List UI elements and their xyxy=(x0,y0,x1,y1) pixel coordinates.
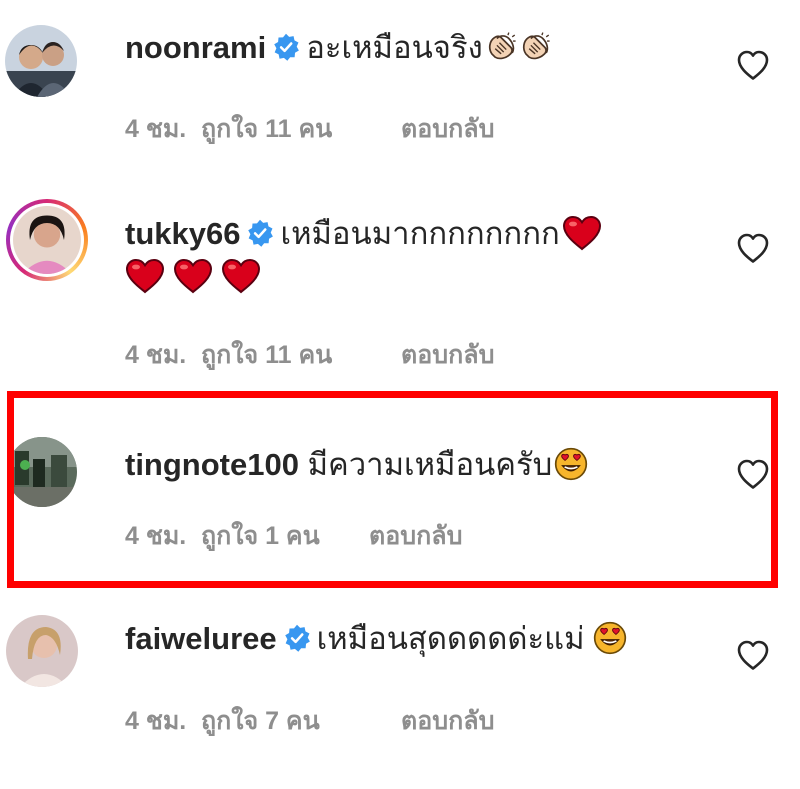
username[interactable]: tingnote100 xyxy=(125,447,299,482)
reply-button[interactable]: ตอบกลับ xyxy=(401,340,494,370)
avatar[interactable] xyxy=(13,206,81,274)
comment-line: tukky66 เหมือนมากกกกกกกก xyxy=(125,214,602,257)
avatar[interactable] xyxy=(5,25,77,97)
username[interactable]: tukky66 xyxy=(125,216,240,251)
clapping-hands-emoji xyxy=(485,30,519,64)
red-heart-emoji xyxy=(562,215,602,251)
verified-badge-icon xyxy=(283,624,311,652)
highlight-box xyxy=(7,391,778,588)
reply-button[interactable]: ตอบกลับ xyxy=(401,114,494,144)
verified-badge-icon xyxy=(246,219,274,247)
comment-text: มีความเหมือนครับ xyxy=(307,447,553,482)
username[interactable]: noonrami xyxy=(125,30,266,65)
red-heart-emoji xyxy=(125,258,165,294)
likes-count-link[interactable]: ถูกใจ 7 คน xyxy=(201,706,401,736)
comment-line: noonrami อะเหมือนจริง xyxy=(125,28,553,70)
red-heart-emoji xyxy=(221,258,261,294)
verified-badge-icon xyxy=(272,33,300,61)
heart-outline-icon[interactable] xyxy=(736,458,770,490)
likes-count-link[interactable]: ถูกใจ 11 คน xyxy=(201,114,401,144)
heart-outline-icon[interactable] xyxy=(736,49,770,81)
comment-time: 4 ชม. xyxy=(125,115,187,143)
comments-page: noonrami อะเหมือนจริง 4 ชม. ถูกใจ 11 คน ตอบ… xyxy=(0,0,800,789)
avatar[interactable] xyxy=(7,437,77,507)
comment-text: เหมือนสุดดดดด่ะแม่ xyxy=(316,621,585,656)
reply-button[interactable]: ตอบกลับ xyxy=(369,521,462,551)
heart-eyes-emoji xyxy=(554,447,588,481)
comment-line: tingnote100 มีความเหมือนครับ xyxy=(125,445,588,487)
comment-line: faiweluree เหมือนสุดดดดด่ะแม่ xyxy=(125,619,627,661)
username[interactable]: faiweluree xyxy=(125,621,277,656)
heart-outline-icon[interactable] xyxy=(736,232,770,264)
emoji-row xyxy=(125,258,261,300)
comment-time: 4 ชม. xyxy=(125,522,187,550)
likes-count-link[interactable]: ถูกใจ 11 คน xyxy=(201,340,401,370)
comment-time: 4 ชม. xyxy=(125,707,187,735)
heart-outline-icon[interactable] xyxy=(736,639,770,671)
reply-button[interactable]: ตอบกลับ xyxy=(401,706,494,736)
comment-time: 4 ชม. xyxy=(125,341,187,369)
story-ring[interactable] xyxy=(6,199,88,281)
heart-eyes-emoji xyxy=(593,621,627,655)
comment-meta: 4 ชม. ถูกใจ 7 คน ตอบกลับ xyxy=(125,706,494,736)
comment-text: เหมือนมากกกกกกกก xyxy=(280,216,560,251)
comment-meta: 4 ชม. ถูกใจ 11 คน ตอบกลับ xyxy=(125,114,494,144)
comment-text: อะเหมือนจริง xyxy=(306,30,483,65)
red-heart-emoji xyxy=(173,258,213,294)
avatar[interactable] xyxy=(6,615,78,687)
comment-meta: 4 ชม. ถูกใจ 1 คน ตอบกลับ xyxy=(125,521,462,551)
clapping-hands-emoji xyxy=(519,30,553,64)
comment-meta: 4 ชม. ถูกใจ 11 คน ตอบกลับ xyxy=(125,340,494,370)
